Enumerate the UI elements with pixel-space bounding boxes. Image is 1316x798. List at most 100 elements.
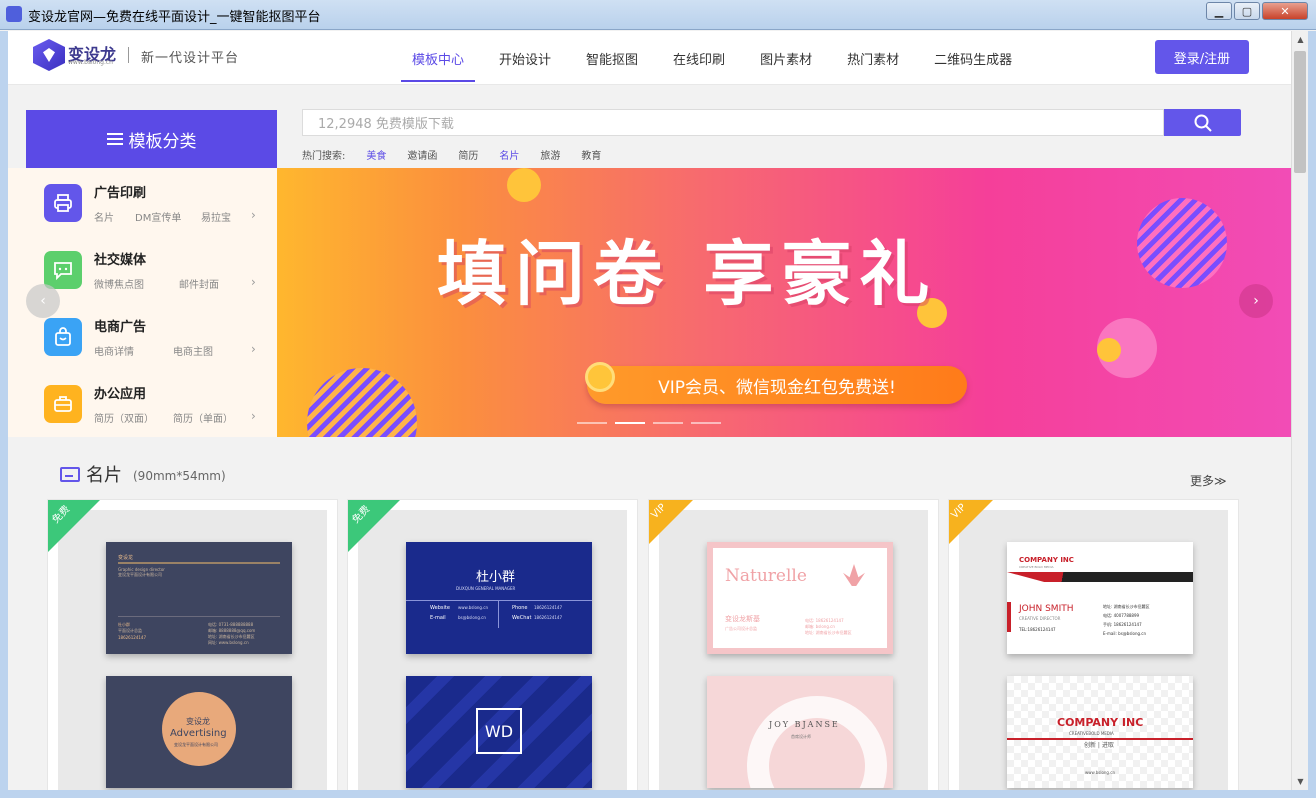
business-card-front: COMPANY INC CREATIVE BOLD MEDIA JOHN SMI…	[1007, 542, 1193, 654]
window-frame-right	[1308, 31, 1316, 798]
category-title: 电商广告	[94, 320, 147, 335]
search-input[interactable]: 12,2948 免费模版下载	[302, 109, 1164, 136]
close-button[interactable]: ✕	[1262, 2, 1308, 20]
coin-icon	[507, 168, 541, 202]
business-card-front: Naturelle 变设龙斯基 电话: 18626124147 邮箱: bslo…	[707, 542, 893, 654]
category-title: 模板分类	[128, 131, 197, 152]
hot-term[interactable]: 美食	[366, 147, 386, 162]
category-link[interactable]: 简历（单面）	[173, 410, 233, 425]
carousel-dot[interactable]	[653, 422, 683, 424]
card-divider	[498, 600, 499, 628]
card-text: 平面设计总监	[118, 628, 142, 633]
category-link[interactable]: 电商详情	[94, 343, 134, 358]
template-card[interactable]: 杜小群 DUXQUN GENERAL MANAGER Website www.b…	[347, 499, 638, 790]
chat-icon	[44, 251, 82, 289]
nav-qrcode[interactable]: 二维码生成器	[923, 31, 1023, 85]
template-card[interactable]: 变设龙 Graphic design director 变设龙平面设计有限公司 …	[47, 499, 338, 790]
hot-term[interactable]: 简历	[458, 147, 478, 162]
business-card-back: WD	[406, 676, 592, 788]
nav-hot-materials[interactable]: 热门素材	[836, 31, 910, 85]
card-text: Website	[430, 605, 450, 611]
logo-icon[interactable]	[33, 39, 65, 71]
card-text: 地址: 湖南省长沙市岳麓区	[1103, 604, 1150, 609]
scroll-up-icon[interactable]: ▲	[1292, 31, 1309, 48]
carousel-dot[interactable]	[577, 422, 607, 424]
card-stripe	[1007, 572, 1193, 582]
category-link[interactable]: 易拉宝	[201, 209, 231, 224]
maximize-button[interactable]: ▢	[1234, 2, 1260, 20]
scroll-thumb[interactable]	[1294, 51, 1306, 173]
category-header[interactable]: 模板分类	[26, 110, 277, 168]
card-text: 18626124147	[118, 635, 146, 640]
carousel-dots	[577, 422, 729, 424]
printer-icon	[44, 184, 82, 222]
card-text: 电话: 4007788899	[1103, 613, 1140, 618]
template-card[interactable]: Naturelle 变设龙斯基 电话: 18626124147 邮箱: bslo…	[648, 499, 939, 790]
minimize-button[interactable]: ▁	[1206, 2, 1232, 20]
banner-title: 填问卷 享豪礼	[437, 233, 938, 315]
card-text: Advertising	[170, 728, 227, 739]
category-item-print[interactable]: 广告印刷 名片 DM宣传单 易拉宝 ›	[8, 168, 277, 235]
more-link[interactable]: 更多≫	[1190, 472, 1227, 489]
coin-icon	[585, 362, 615, 392]
category-link[interactable]: 微博焦点图	[94, 276, 144, 291]
template-card[interactable]: COMPANY INC CREATIVE BOLD MEDIA JOHN SMI…	[948, 499, 1239, 790]
promo-banner[interactable]: 填问卷 享豪礼 VIP会员、微信现金红包免费送!	[277, 168, 1291, 437]
chevron-right-icon: ›	[251, 275, 256, 289]
window-frame-left	[0, 31, 8, 798]
card-divider	[118, 562, 280, 564]
decor-circle	[307, 368, 417, 437]
card-text: 杜小群	[476, 570, 516, 585]
nav-templates[interactable]: 模板中心	[401, 31, 476, 85]
leaf-icon	[843, 564, 865, 586]
card-text: 变设龙	[186, 717, 210, 726]
briefcase-icon	[44, 385, 82, 423]
card-text: E-mail	[430, 615, 446, 621]
category-link[interactable]: 电商主图	[173, 343, 213, 358]
vertical-scrollbar[interactable]: ▲ ▼	[1291, 31, 1308, 790]
card-text: COMPANY INC	[1057, 716, 1144, 729]
web-viewport: 变设龙 www.bslong.cn 新一代设计平台 模板中心 开始设计 智能抠图…	[8, 31, 1291, 790]
hot-search-label: 热门搜索:	[302, 151, 346, 162]
carousel-dot[interactable]	[691, 422, 721, 424]
decor-circle	[747, 696, 887, 788]
category-item-office[interactable]: 办公应用 简历（双面） 简历（单面） ›	[8, 369, 277, 436]
window-titlebar: 变设龙官网—免费在线平面设计_一键智能抠图平台 ▁ ▢ ✕	[0, 0, 1316, 30]
category-link[interactable]: 简历（双面）	[94, 410, 154, 425]
card-stripe	[1007, 602, 1011, 632]
search-button[interactable]	[1164, 109, 1241, 136]
nav-images[interactable]: 图片素材	[749, 31, 823, 85]
business-card-front: 杜小群 DUXQUN GENERAL MANAGER Website www.b…	[406, 542, 592, 654]
card-text: 广告公司设计总监	[725, 626, 757, 631]
category-link[interactable]: DM宣传单	[135, 209, 181, 224]
card-text: 变设龙	[118, 555, 134, 561]
card-text: TEL:18626124147	[1019, 627, 1056, 632]
card-text: 18626124147	[534, 605, 562, 610]
card-text: 变设龙平面设计有限公司	[118, 572, 162, 577]
hot-term[interactable]: 邀请函	[407, 147, 437, 162]
nav-smart-cutout[interactable]: 智能抠图	[575, 31, 649, 85]
login-button[interactable]: 登录/注册	[1155, 40, 1249, 74]
card-divider	[406, 600, 592, 601]
nav-start-design[interactable]: 开始设计	[488, 31, 562, 85]
carousel-next-button[interactable]: ›	[1239, 284, 1273, 318]
scroll-down-icon[interactable]: ▼	[1292, 773, 1309, 790]
banner-pill[interactable]: VIP会员、微信现金红包免费送!	[585, 362, 967, 404]
chevron-right-icon: ›	[251, 208, 256, 222]
card-text: E-mail: bs@bslong.cn	[1103, 631, 1147, 636]
nav-online-print[interactable]: 在线印刷	[662, 31, 736, 85]
card-text: www.bslong.cn	[1085, 770, 1115, 775]
card-text: JOY BJANSE	[769, 720, 840, 729]
card-text: 地址: 湖南省长沙市岳麓区	[805, 630, 852, 635]
hot-term[interactable]: 旅游	[540, 147, 560, 162]
business-card-back: COMPANY INC CREATIVEBOLD MEDIA 创新 | 进取 w…	[1007, 676, 1193, 788]
hot-term[interactable]: 名片	[499, 147, 519, 162]
hot-term[interactable]: 教育	[581, 147, 601, 162]
section-subtitle: (90mm*54mm)	[133, 469, 226, 483]
hot-search: 热门搜索: 美食 邀请函 简历 名片 旅游 教育	[302, 147, 622, 162]
category-link[interactable]: 邮件封面	[179, 276, 219, 291]
category-link[interactable]: 名片	[94, 209, 114, 224]
carousel-dot[interactable]	[615, 422, 645, 424]
card-text: CREATIVE BOLD MEDIA	[1019, 565, 1054, 569]
carousel-prev-button[interactable]: ‹	[26, 284, 60, 318]
